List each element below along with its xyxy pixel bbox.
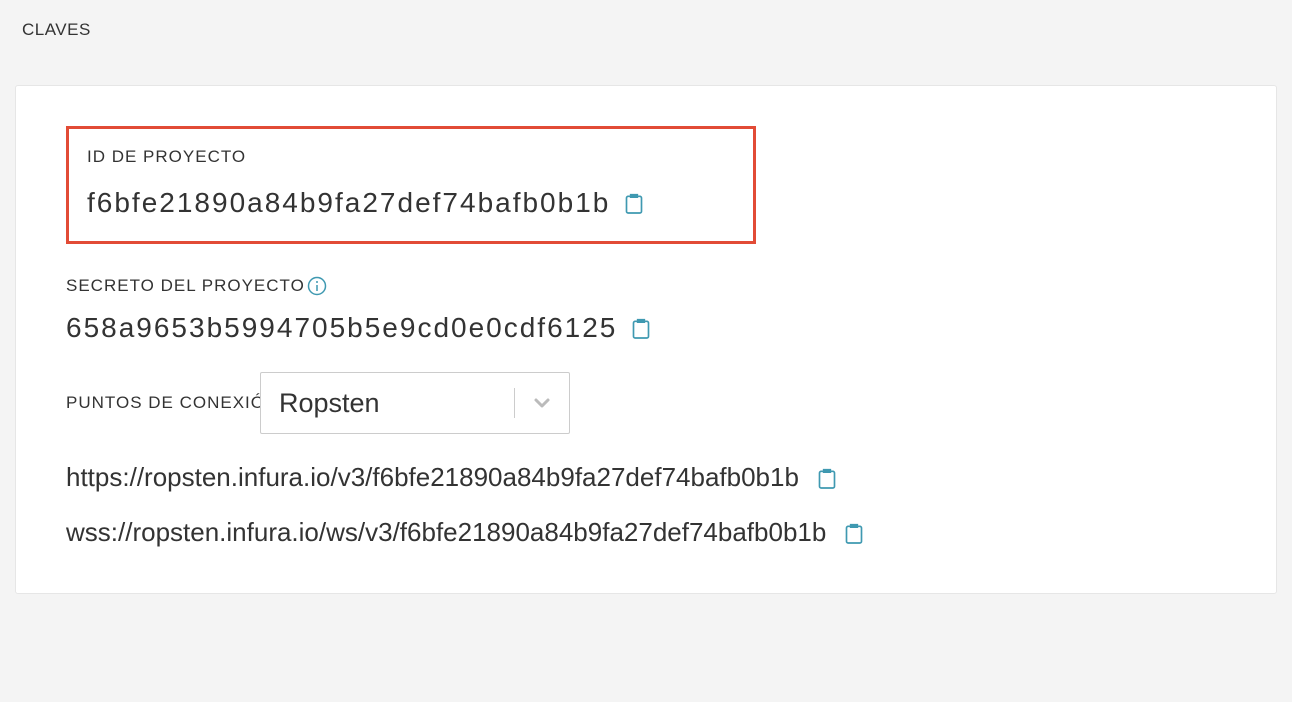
wss-endpoint-value: wss://ropsten.infura.io/ws/v3/f6bfe21890… [66, 517, 826, 548]
keys-card: ID DE PROYECTO f6bfe21890a84b9fa27def74b… [15, 85, 1277, 594]
chevron-down-icon [515, 391, 569, 415]
wss-endpoint-row: wss://ropsten.infura.io/ws/v3/f6bfe21890… [66, 517, 1226, 548]
project-secret-value: 658a9653b5994705b5e9cd0e0cdf6125 [66, 312, 617, 344]
endpoints-header: PUNTOS DE CONEXIÓN Ropsten [66, 372, 1226, 434]
project-secret-section: SECRETO DEL PROYECTO 658a9653b5994705b5e… [66, 276, 1226, 344]
https-endpoint-row: https://ropsten.infura.io/v3/f6bfe21890a… [66, 462, 1226, 493]
project-secret-row: 658a9653b5994705b5e9cd0e0cdf6125 [66, 312, 1226, 344]
info-icon[interactable] [307, 276, 327, 296]
https-endpoint-value: https://ropsten.infura.io/v3/f6bfe21890a… [66, 462, 799, 493]
project-id-value: f6bfe21890a84b9fa27def74bafb0b1b [87, 187, 610, 219]
endpoints-label: PUNTOS DE CONEXIÓN [66, 393, 260, 413]
clipboard-icon[interactable] [631, 316, 651, 340]
project-id-label: ID DE PROYECTO [87, 147, 246, 167]
clipboard-icon[interactable] [844, 521, 864, 545]
project-secret-label: SECRETO DEL PROYECTO [66, 276, 327, 296]
network-select[interactable]: Ropsten [260, 372, 570, 434]
project-id-row: f6bfe21890a84b9fa27def74bafb0b1b [87, 187, 735, 219]
clipboard-icon[interactable] [817, 466, 837, 490]
page-title: CLAVES [22, 20, 1282, 40]
project-secret-label-text: SECRETO DEL PROYECTO [66, 276, 305, 296]
endpoint-rows: https://ropsten.infura.io/v3/f6bfe21890a… [66, 462, 1226, 548]
project-id-section: ID DE PROYECTO f6bfe21890a84b9fa27def74b… [66, 126, 756, 244]
network-select-value: Ropsten [261, 388, 514, 419]
clipboard-icon[interactable] [624, 191, 644, 215]
